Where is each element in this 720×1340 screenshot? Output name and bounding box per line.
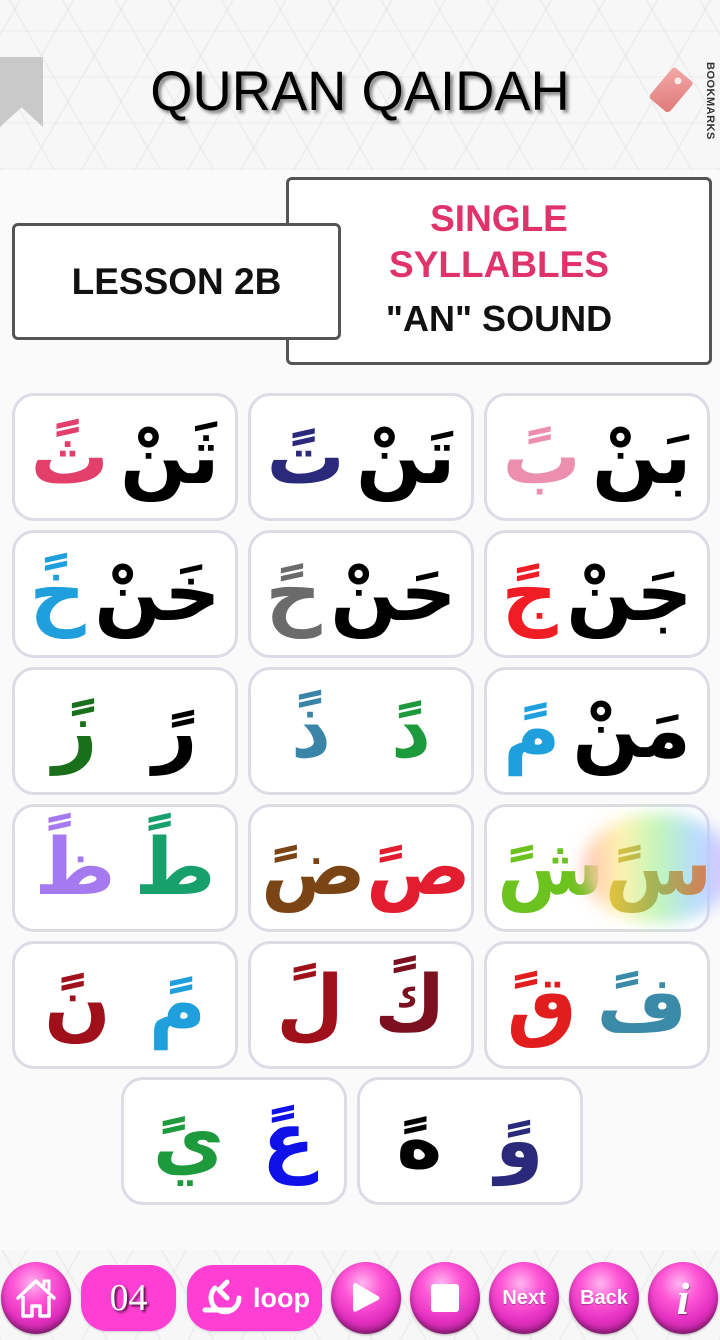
syllable-glyph[interactable]: حَنْ	[330, 555, 456, 633]
syllable-glyph[interactable]: خَنْ	[94, 555, 220, 633]
back-label: Back	[580, 1286, 628, 1309]
play-icon	[350, 1280, 382, 1316]
info-icon: i	[676, 1272, 690, 1324]
syllable-glyph[interactable]: لً	[276, 966, 344, 1044]
page-number: 04	[109, 1277, 148, 1319]
syllable-card[interactable]: خً خَنْ	[12, 530, 238, 658]
syllable-card[interactable]: ذً دً	[248, 667, 474, 795]
syllable-card[interactable]: تً تَنْ	[248, 393, 474, 521]
syllable-glyph[interactable]: جً	[501, 555, 557, 633]
lesson-topic-box: SINGLE SYLLABLES "AN" SOUND	[286, 177, 712, 365]
syllable-glyph[interactable]: هً	[396, 1102, 442, 1180]
app-title: QURAN QAIDAH	[150, 59, 570, 122]
loop-icon	[199, 1278, 247, 1318]
syllable-card[interactable]: ضً صً	[248, 804, 474, 932]
syllable-card[interactable]: قً فً	[484, 941, 710, 1069]
stop-icon	[430, 1283, 460, 1313]
syllable-card[interactable]: جً جَنْ	[484, 530, 710, 658]
stop-button[interactable]	[410, 1262, 480, 1334]
home-icon	[14, 1276, 58, 1320]
page-number-badge[interactable]: 04	[81, 1265, 176, 1331]
topic-subtitle: "AN" SOUND	[385, 298, 613, 339]
syllable-card[interactable]: لً كً	[248, 941, 474, 1069]
topic-title-line2: SYLLABLES	[389, 244, 609, 285]
syllable-glyph[interactable]: كً	[374, 966, 446, 1044]
lesson-label: LESSON 2B	[71, 260, 282, 302]
topic-title-line1: SINGLE	[430, 198, 568, 239]
syllable-glyph[interactable]: فً	[596, 966, 687, 1044]
syllable-glyph[interactable]: بً	[503, 418, 581, 496]
back-button[interactable]: Back	[569, 1262, 639, 1334]
syllable-card[interactable]: يً عً	[121, 1077, 347, 1205]
syllable-glyph[interactable]: ظً	[34, 829, 115, 907]
syllable-glyph[interactable]: تً	[267, 418, 345, 496]
syllable-glyph[interactable]: حً	[265, 555, 321, 633]
loop-button[interactable]: loop	[187, 1265, 322, 1331]
syllable-glyph[interactable]: ذً	[291, 692, 331, 770]
syllable-glyph[interactable]: مً	[503, 692, 560, 770]
syllable-glyph[interactable]: نً	[44, 966, 111, 1044]
syllable-glyph[interactable]: صً	[366, 829, 471, 907]
syllable-glyph[interactable]: خً	[29, 555, 85, 633]
bookmark-tag-icon	[648, 66, 694, 114]
syllable-card[interactable]: شً سً	[484, 804, 713, 932]
bottom-toolbar: 04 loop Next Back i	[0, 1262, 720, 1336]
highlighted-syllable[interactable]: سً	[605, 829, 713, 907]
syllable-glyph[interactable]: طً	[134, 829, 215, 907]
syllable-glyph[interactable]: تَنْ	[356, 418, 455, 496]
home-button[interactable]	[1, 1262, 71, 1334]
syllable-glyph[interactable]: بَنْ	[592, 418, 691, 496]
syllable-card[interactable]: حً حَنْ	[248, 530, 474, 658]
play-button[interactable]	[331, 1262, 401, 1334]
syllable-glyph[interactable]: ضً	[261, 829, 366, 907]
syllable-card[interactable]: مً مَنْ	[484, 667, 710, 795]
syllable-glyph[interactable]: عً	[262, 1102, 315, 1180]
syllable-glyph[interactable]: جَنْ	[566, 555, 692, 633]
syllable-glyph[interactable]: مً	[149, 966, 206, 1044]
loop-label: loop	[253, 1282, 310, 1313]
syllable-card[interactable]: بً بَنْ	[484, 393, 710, 521]
info-button[interactable]: i	[648, 1262, 718, 1334]
next-button[interactable]: Next	[489, 1262, 559, 1334]
lesson-label-box: LESSON 2B	[12, 223, 341, 340]
syllable-glyph[interactable]: زً	[53, 692, 98, 770]
syllable-glyph[interactable]: ثَنْ	[120, 418, 219, 496]
next-label: Next	[502, 1286, 546, 1309]
syllable-glyph[interactable]: يً	[153, 1102, 225, 1180]
syllable-card[interactable]: ثً ثَنْ	[12, 393, 238, 521]
syllable-glyph[interactable]: قً	[507, 966, 577, 1044]
bookmarks-button[interactable]: BOOKMARKS	[640, 60, 720, 160]
syllable-card[interactable]: زً رً	[12, 667, 238, 795]
bookmarks-label: BOOKMARKS	[704, 62, 716, 140]
syllable-card[interactable]: نً مً	[12, 941, 238, 1069]
syllable-card[interactable]: ظً طً	[12, 804, 238, 932]
syllable-glyph[interactable]: ثً	[31, 418, 109, 496]
syllable-glyph[interactable]: مَنْ	[572, 692, 691, 770]
syllable-glyph[interactable]: رً	[153, 692, 198, 770]
syllable-card[interactable]: هً وً	[357, 1077, 583, 1205]
syllable-glyph[interactable]: دً	[391, 692, 431, 770]
syllable-glyph[interactable]: سً	[605, 823, 713, 913]
syllable-glyph[interactable]: وً	[495, 1102, 543, 1180]
